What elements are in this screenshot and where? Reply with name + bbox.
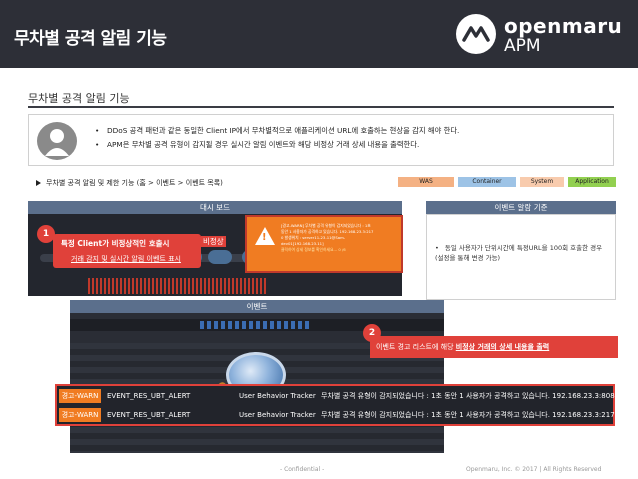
callout-event-detail: 이벤트 경고 리스트에 해당 비정상 거래의 상세 내용을 출력 <box>370 336 618 358</box>
step-badge-1: 1 <box>37 225 55 243</box>
tag-application: Application <box>568 177 616 187</box>
description-box: DDoS 공격 패턴과 같은 동일한 Client IP에서 무차별적으로 애플… <box>28 114 614 166</box>
event-bar: 이벤트 <box>70 300 444 313</box>
event-timeline <box>70 319 444 331</box>
warning-triangle-icon: ! <box>255 227 275 245</box>
event-source: User Behavior Tracker <box>239 392 316 400</box>
callout-realtime-alert: 특정 Client가 비정상적인 호출시 거래 감지 및 실시간 알림 이벤트 … <box>53 234 201 268</box>
section-divider <box>28 106 614 108</box>
event-message: 무차별 공격 유형이 감지되었습니다 : 1초 동안 1 사용자가 공격하고 있… <box>321 411 615 419</box>
warning-popup-text: [경고-WARN] 무차별 공격 유형이 감지되었습니다 : 1초 동안 1 사… <box>281 223 401 253</box>
criteria-text: • 동일 사용자가 단위시간에 특정URL을 100회 호출한 경우 (설정을 통… <box>435 244 603 262</box>
callout-bold: 특정 Client가 비정상적인 호출시 <box>61 239 170 248</box>
description-list: DDoS 공격 패턴과 같은 동일한 Client IP에서 무차별적으로 애플… <box>95 124 605 152</box>
event-level-badge: 경고-WARN <box>59 408 101 422</box>
timeline-blocks <box>200 321 310 329</box>
callout-line: 거래 감지 및 실시간 알림 이벤트 표시 <box>71 255 181 263</box>
callout-bold: 비정상 거래의 상세 내용을 출력 <box>455 343 550 351</box>
description-item: DDoS 공격 패턴과 같은 동일한 Client IP에서 무차별적으로 애플… <box>95 124 605 138</box>
footer-copyright: Openmaru, Inc. © 2017 | All Rights Reser… <box>466 466 602 473</box>
zoomed-event-rows: 경고-WARN EVENT_RES_UBT_ALERT User Behavio… <box>55 384 615 426</box>
menu-path-label: 무차별 공격 알림 및 제한 기능 (홈 > 이벤트 > 이벤트 목록) <box>46 179 223 187</box>
callout-text: 이벤트 경고 리스트에 해당 <box>376 343 454 351</box>
callout-line: 이벤트 경고 리스트에 해당 비정상 거래의 상세 내용을 출력 <box>376 342 549 352</box>
tag-was: WAS <box>398 177 454 187</box>
tag-system: System <box>520 177 564 187</box>
popup-detail-link[interactable]: 클릭하여 상세 정보를 확인하세요... 0 /6 <box>281 247 401 253</box>
event-name: EVENT_RES_UBT_ALERT <box>107 411 191 419</box>
table-row[interactable]: 경고-WARN EVENT_RES_UBT_ALERT User Behavio… <box>59 407 615 423</box>
section-title: 무차별 공격 알림 기능 <box>28 92 130 105</box>
menu-path: 무차별 공격 알림 및 제한 기능 (홈 > 이벤트 > 이벤트 목록) <box>36 178 223 188</box>
criteria-description: 동일 사용자가 단위시간에 특정URL을 100회 호출한 경우 (설정을 통해… <box>435 244 603 262</box>
description-item: APM은 무차별 공격 유형이 감지될 경우 실시간 알림 이벤트와 해당 비정… <box>95 138 605 152</box>
callout-tail: 비정상 <box>201 236 226 247</box>
event-name: EVENT_RES_UBT_ALERT <box>107 392 191 400</box>
dashboard-bar: 대시 보드 <box>28 201 402 214</box>
header-band: 무차별 공격 알림 기능 openmaru APM <box>0 0 638 68</box>
criteria-bar: 이벤트 알람 기준 <box>426 201 616 214</box>
step-badge-2: 2 <box>363 324 381 342</box>
tag-container: Container <box>458 177 516 187</box>
table-row[interactable]: 경고-WARN EVENT_RES_UBT_ALERT User Behavio… <box>59 388 615 404</box>
user-avatar-icon <box>37 122 77 160</box>
event-level-badge: 경고-WARN <box>59 389 101 403</box>
criteria-body: • 동일 사용자가 단위시간에 특정URL을 100회 호출한 경우 (설정을 통… <box>426 214 616 300</box>
footer-confidential: - Confidential - <box>280 466 325 473</box>
logo-name: openmaru <box>504 14 623 38</box>
activity-spikes <box>88 278 268 294</box>
brand-logo: openmaru APM <box>456 12 626 56</box>
page-title: 무차별 공격 알림 기능 <box>14 29 167 49</box>
warning-popup[interactable]: ! [경고-WARN] 무차별 공격 유형이 감지되었습니다 : 1초 동안 1… <box>245 215 403 273</box>
topology-node <box>208 250 232 264</box>
play-triangle-icon <box>36 180 41 186</box>
event-message: 무차별 공격 유형이 감지되었습니다 : 1초 동안 1 사용자가 공격하고 있… <box>321 392 615 400</box>
logo-mark-icon <box>456 14 496 54</box>
event-source: User Behavior Tracker <box>239 411 316 419</box>
callout-line: 특정 Client가 비정상적인 호출시 <box>61 238 169 249</box>
logo-product: APM <box>504 36 541 56</box>
